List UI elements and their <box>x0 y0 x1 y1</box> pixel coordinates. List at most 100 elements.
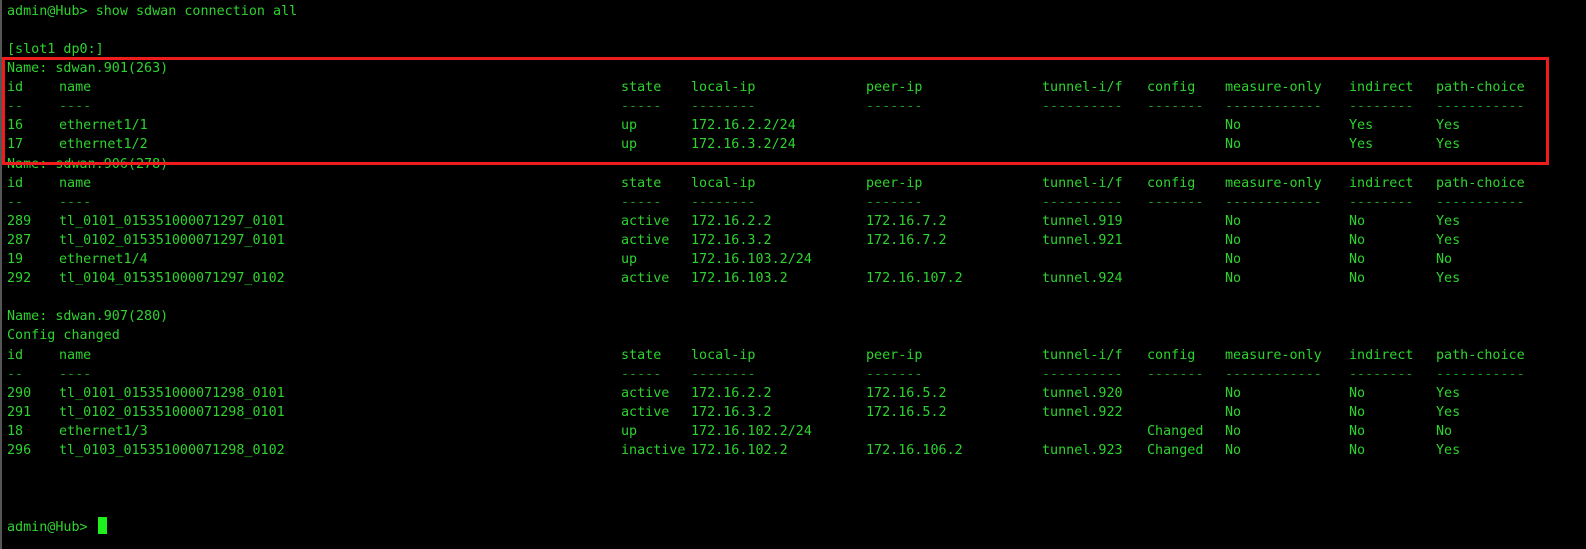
cell-tunnel-if: tunnel.924 <box>1042 271 1123 287</box>
text-cursor <box>97 517 107 534</box>
cell-tunnel-if: tunnel-i/f <box>1042 80 1123 96</box>
cell-peer-ip: 172.16.106.2 <box>866 443 963 458</box>
cell-local-ip: 172.16.102.2 <box>691 443 788 458</box>
cell-local-ip: 172.16.3.2/24 <box>691 137 796 153</box>
section-name: Name: sdwan.901(263) <box>7 61 169 76</box>
cell-peer-ip: 172.16.5.2 <box>866 385 947 401</box>
cell-state: active <box>621 404 670 420</box>
cell-path-choice: ----------- <box>1436 99 1525 115</box>
cell-local-ip: 172.16.103.2/24 <box>691 252 812 267</box>
cell-measure-only: ------------ <box>1225 366 1322 382</box>
cell-name: ethernet1/4 <box>59 252 148 267</box>
cell-tunnel-if: ---------- <box>1042 99 1123 115</box>
cell-id: 18 <box>7 423 24 439</box>
cell-local-ip: 172.16.103.2 <box>691 271 788 287</box>
cell-path-choice: No <box>1436 252 1453 267</box>
cell-local-ip: 172.16.3.2 <box>691 404 772 420</box>
prompt: admin@Hub> <box>7 4 88 19</box>
cell-path-choice: Yes <box>1436 404 1461 420</box>
cell-path-choice: Yes <box>1436 137 1461 153</box>
slot-label: [slot1 dp0:] <box>7 42 104 57</box>
cell-id: -- <box>7 366 24 382</box>
connection-row: 289 tl_0101_015351000071297_0101 active 172… <box>2 212 1586 231</box>
cell-measure-only: No <box>1225 385 1242 401</box>
column-header-row: id name state local-ip peer-ip tunnel-i/f conf… <box>2 346 1586 365</box>
cell-peer-ip: peer-ip <box>866 80 923 96</box>
cell-indirect: indirect <box>1349 80 1414 96</box>
cell-id: id <box>7 80 24 96</box>
cell-config: Changed <box>1147 443 1204 458</box>
cell-path-choice: path-choice <box>1436 347 1525 363</box>
cell-id: 19 <box>7 252 24 267</box>
terminal-window[interactable]: admin@Hub> show sdwan connection all [sl… <box>0 0 1586 549</box>
cell-peer-ip: 172.16.7.2 <box>866 232 947 248</box>
cell-tunnel-if: tunnel-i/f <box>1042 347 1123 363</box>
cell-state: up <box>621 252 638 267</box>
cell-measure-only: No <box>1225 232 1242 248</box>
cell-peer-ip: peer-ip <box>866 347 923 363</box>
cell-state: state <box>621 175 662 191</box>
cell-name: ---- <box>59 99 92 115</box>
column-header-row: id name state local-ip peer-ip tunnel-i/f conf… <box>2 174 1586 193</box>
cell-config: ------- <box>1147 99 1204 115</box>
cell-indirect: No <box>1349 252 1366 267</box>
cell-peer-ip: peer-ip <box>866 175 923 191</box>
cell-name: name <box>59 175 92 191</box>
cell-name: name <box>59 80 92 96</box>
cell-config: ------- <box>1147 366 1204 382</box>
cell-config: Changed <box>1147 423 1204 439</box>
cell-peer-ip: ------- <box>866 194 923 210</box>
cell-local-ip: local-ip <box>691 347 756 363</box>
cell-state: ----- <box>621 366 662 382</box>
cell-peer-ip: ------- <box>866 99 923 115</box>
cell-indirect: No <box>1349 423 1366 439</box>
cell-measure-only: No <box>1225 118 1242 134</box>
connection-row: 290 tl_0101_015351000071298_0101 active 172… <box>2 384 1586 403</box>
cell-path-choice: path-choice <box>1436 80 1525 96</box>
cell-peer-ip: ------- <box>866 366 923 382</box>
cell-name: ethernet1/1 <box>59 118 148 134</box>
column-header-row: id name state local-ip peer-ip tunnel-i/f conf… <box>2 78 1586 97</box>
cell-tunnel-if: tunnel.919 <box>1042 213 1123 229</box>
cell-tunnel-if: ---------- <box>1042 194 1123 210</box>
cell-state: active <box>621 385 670 401</box>
cell-state: active <box>621 232 670 248</box>
cell-state: up <box>621 423 638 439</box>
connection-row: 18 ethernet1/3 up 172.16.102.2/24 Changed No N… <box>2 422 1586 441</box>
connection-row: 291 tl_0102_015351000071298_0101 active 172… <box>2 403 1586 422</box>
cell-id: 289 <box>7 213 32 229</box>
cell-local-ip: 172.16.2.2 <box>691 385 772 401</box>
cell-path-choice: No <box>1436 423 1453 439</box>
cell-measure-only: No <box>1225 271 1242 287</box>
cell-local-ip: 172.16.2.2/24 <box>691 118 796 134</box>
cell-path-choice: ----------- <box>1436 194 1525 210</box>
cell-tunnel-if: tunnel.923 <box>1042 443 1123 458</box>
cell-peer-ip: 172.16.107.2 <box>866 271 963 287</box>
cell-name: tl_0101_015351000071298_0101 <box>59 385 285 401</box>
cell-id: id <box>7 347 24 363</box>
cell-measure-only: No <box>1225 252 1242 267</box>
input-line[interactable]: admin@Hub> <box>7 517 107 536</box>
cell-local-ip: 172.16.102.2/24 <box>691 423 812 439</box>
cell-state: up <box>621 118 638 134</box>
cell-indirect: No <box>1349 443 1366 458</box>
cell-name: ---- <box>59 194 92 210</box>
cell-id: 291 <box>7 404 32 420</box>
section-name: Name: sdwan.906(278) <box>7 156 169 172</box>
cell-name: tl_0102_015351000071297_0101 <box>59 232 285 248</box>
cell-state: active <box>621 271 670 287</box>
connection-row: 19 ethernet1/4 up 172.16.103.2/24 No No No <box>2 250 1586 269</box>
cell-indirect: No <box>1349 404 1366 420</box>
cell-id: 296 <box>7 443 32 458</box>
cell-indirect: No <box>1349 385 1366 401</box>
cell-id: 16 <box>7 118 24 134</box>
cell-indirect: -------- <box>1349 194 1414 210</box>
cell-state: inactive <box>621 443 686 458</box>
cell-measure-only: ------------ <box>1225 99 1322 115</box>
cell-measure-only: No <box>1225 443 1242 458</box>
cell-name: ethernet1/2 <box>59 137 148 153</box>
cell-measure-only: No <box>1225 213 1242 229</box>
cell-state: up <box>621 137 638 153</box>
header-underline-row: -- ---- ----- -------- ------- ---------- ----… <box>2 365 1586 384</box>
cell-path-choice: Yes <box>1436 213 1461 229</box>
